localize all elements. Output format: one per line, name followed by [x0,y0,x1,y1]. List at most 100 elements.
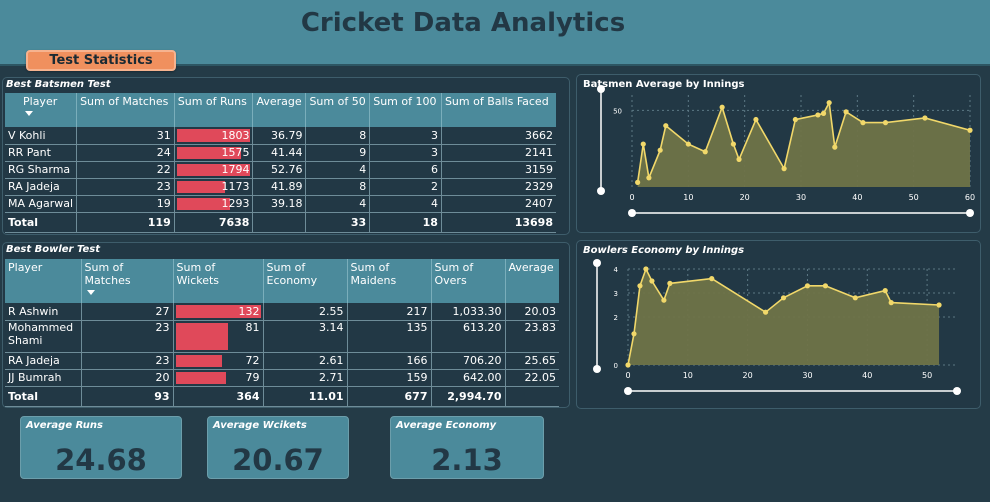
col-header-runs[interactable]: Sum of Runs [174,93,254,127]
y-range-slider-handle [593,365,601,373]
y-range-slider-handle [597,187,605,195]
x-range-slider-handle [628,209,636,217]
cell-matches: 22 [76,161,175,179]
kpi-average-runs: Average Runs 24.68 [20,416,182,479]
col-header-bowler-matches[interactable]: Sum of Matches [81,259,174,303]
cell-matches: 27 [81,303,174,321]
total-row: Total 93 364 11.01 677 2,994.70 [5,385,559,407]
data-point [832,144,838,150]
bowlers-economy-chart-panel: Bowlers Economy by Innings 0 2 3 4 0 10 20 30 40… [576,240,981,409]
tab-test-statistics[interactable]: Test Statistics [26,50,176,71]
cell-balls: 2407 [441,195,556,213]
col-header-bowler-overs[interactable]: Sum of Overs [431,259,506,303]
col-header-bowler-economy[interactable]: Sum of Economy [263,259,348,303]
cell-total-matches: 93 [81,385,174,407]
cell-matches: 20 [81,369,174,387]
cell-maidens: 217 [347,303,432,321]
total-row: Total 119 7638 33 18 13698 [5,211,556,233]
cell-fifties: 4 [305,195,371,213]
col-header-bowler-wickets[interactable]: Sum of Wickets [173,259,264,303]
cell-economy: 2.61 [263,352,348,370]
cell-average: 20.03 [505,303,559,321]
table-row[interactable]: V Kohli 31 1803 36.79 8 3 3662 [5,127,556,145]
cell-average: 23.83 [505,320,559,353]
data-point [780,295,787,301]
table-row[interactable]: R Ashwin 27 132 2.55 217 1,033.30 20.03 [5,303,559,321]
cell-total-fifties: 33 [305,211,371,233]
x-tick-label: 10 [683,193,693,202]
cell-balls: 2329 [441,178,556,196]
table-row[interactable]: RA Jadeja 23 1173 41.89 8 2 2329 [5,178,556,196]
cell-fifties: 8 [305,127,371,145]
x-tick-label: 0 [625,371,630,380]
data-point [860,120,866,126]
x-tick-label: 60 [965,193,975,202]
data-point [736,156,742,162]
bowlers-header-row: Player Sum of Matches Sum of Wickets Sum… [5,259,559,303]
cell-economy: 2.71 [263,369,348,387]
cell-matches: 19 [76,195,175,213]
cell-runs: 1794 [174,161,254,179]
x-tick-label: 40 [852,193,862,202]
cell-player: JJ Bumrah [5,369,82,387]
data-point [625,362,631,368]
kpi-value: 24.68 [55,443,147,477]
data-point [702,149,708,155]
col-header-matches[interactable]: Sum of Matches [76,93,175,127]
col-header-hundreds[interactable]: Sum of 100 [369,93,442,127]
cell-hundreds: 3 [369,144,442,162]
cell-balls: 3662 [441,127,556,145]
data-point [936,302,942,308]
batsmen-header-row: Player Sum of Matches Sum of Runs Averag… [5,93,556,127]
table-row[interactable]: MA Agarwal 19 1293 39.18 4 4 2407 [5,195,556,213]
col-header-bowler-average[interactable]: Average [505,259,559,303]
data-point [888,300,894,306]
table-row[interactable]: RG Sharma 22 1794 52.76 4 6 3159 [5,161,556,179]
data-point [826,100,832,106]
table-row[interactable]: Mohammed Shami 23 81 3.14 135 613.20 23.83 [5,320,559,353]
page-title: Cricket Data Analytics [300,8,626,38]
cell-fifties: 9 [305,144,371,162]
cell-total-hundreds: 18 [369,211,442,233]
kpi-label: Average Economy [396,420,497,431]
data-point [843,109,849,115]
cell-total-average [252,211,307,233]
data-point [649,278,655,284]
cell-fifties: 4 [305,161,371,179]
cell-runs: 1575 [174,144,254,162]
x-range-slider-handle [966,209,974,217]
cell-player: RA Jadeja [5,352,82,370]
col-header-average[interactable]: Average [252,93,307,127]
col-header-player[interactable]: Player [5,93,78,127]
batsmen-table: Player Sum of Matches Sum of Runs Averag… [5,93,556,233]
cell-overs: 613.20 [431,320,506,353]
cell-balls: 3159 [441,161,556,179]
table-row[interactable]: RR Pant 24 1575 41.44 9 3 2141 [5,144,556,162]
cell-player: RA Jadeja [5,178,78,196]
cell-runs: 1173 [174,178,254,196]
cell-wickets: 132 [173,303,264,321]
data-point [637,283,643,289]
cell-runs: 1803 [174,127,254,145]
col-header-bowler-maidens[interactable]: Sum of Maidens [347,259,432,303]
table-row[interactable]: JJ Bumrah 20 79 2.71 159 642.00 22.05 [5,369,559,387]
cell-maidens: 159 [347,369,432,387]
data-point [657,147,663,153]
data-point [792,116,798,123]
data-point [804,283,811,289]
data-point [852,295,858,301]
cell-total-matches: 119 [76,211,175,233]
kpi-label: Average Wcikets [213,420,307,431]
cell-total-balls: 13698 [441,211,556,233]
cell-total-label: Total [5,385,82,407]
data-point [781,166,787,172]
x-tick-label: 0 [629,193,634,202]
kpi-average-economy: Average Economy 2.13 [390,416,544,479]
col-header-fifties[interactable]: Sum of 50 [305,93,371,127]
table-row[interactable]: RA Jadeja 23 72 2.61 166 706.20 25.65 [5,352,559,370]
col-header-bowler-player[interactable]: Player [5,259,82,303]
col-header-balls[interactable]: Sum of Balls Faced [441,93,556,127]
data-point [709,276,715,282]
cell-average: 52.76 [252,161,307,179]
sort-descending-icon [25,111,33,116]
